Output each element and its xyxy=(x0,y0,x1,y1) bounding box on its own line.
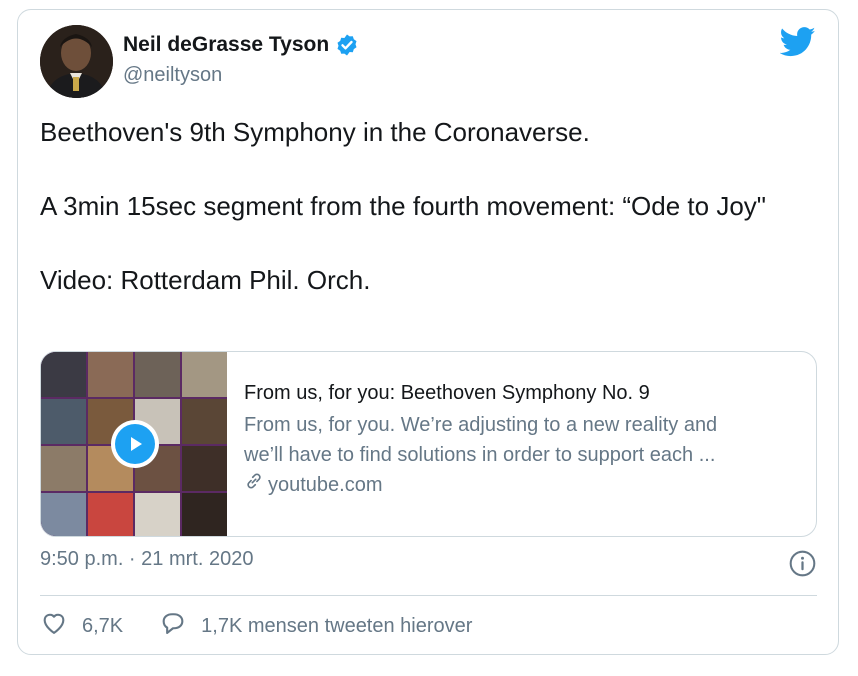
tweet-line-2: A 3min 15sec segment from the fourth mov… xyxy=(40,191,767,221)
link-card-description: From us, for you. We’re adjusting to a n… xyxy=(244,410,816,470)
link-card-domain: youtube.com xyxy=(244,470,816,500)
tweet-actions: 6,7K 1,7K mensen tweeten hierover xyxy=(40,609,472,643)
link-card-title: From us, for you: Beethoven Symphony No.… xyxy=(244,382,650,404)
link-card-domain-text: youtube.com xyxy=(268,474,383,496)
link-preview-card[interactable]: From us, for you: Beethoven Symphony No.… xyxy=(40,351,817,537)
tweet-line-3: Video: Rotterdam Phil. Orch. xyxy=(40,265,371,295)
link-card-description-line-1: From us, for you. We’re adjusting to a n… xyxy=(244,414,718,436)
like-count: 6,7K xyxy=(82,614,124,637)
play-icon[interactable] xyxy=(111,420,159,468)
tweet-line-1: Beethoven's 9th Symphony in the Coronave… xyxy=(40,117,590,147)
divider xyxy=(40,595,817,596)
retweets-text: 1,7K mensen tweeten hierover xyxy=(201,614,473,637)
author-name[interactable]: Neil deGrasse Tyson xyxy=(123,33,329,57)
verified-badge-icon xyxy=(335,33,359,57)
avatar[interactable] xyxy=(40,25,113,98)
link-card-description-line-2: we’ll have to find solutions in order to… xyxy=(244,444,716,466)
twitter-bird-icon[interactable] xyxy=(779,26,816,58)
author-row: Neil deGrasse Tyson xyxy=(123,33,359,57)
retweet-discussion-button[interactable]: 1,7K mensen tweeten hierover xyxy=(159,609,472,643)
info-icon[interactable] xyxy=(789,550,816,577)
video-thumbnail[interactable] xyxy=(41,352,227,536)
author-handle[interactable]: @neiltyson xyxy=(123,64,222,87)
tweet-timestamp[interactable]: 9:50 p.m. · 21 mrt. 2020 xyxy=(40,548,253,571)
speech-bubble-icon xyxy=(159,609,187,643)
link-card-body: From us, for you: Beethoven Symphony No.… xyxy=(227,352,816,536)
link-icon xyxy=(244,470,264,500)
like-button[interactable]: 6,7K xyxy=(40,609,123,643)
heart-icon xyxy=(40,609,68,643)
tweet-text: Beethoven's 9th Symphony in the Coronave… xyxy=(40,114,810,299)
